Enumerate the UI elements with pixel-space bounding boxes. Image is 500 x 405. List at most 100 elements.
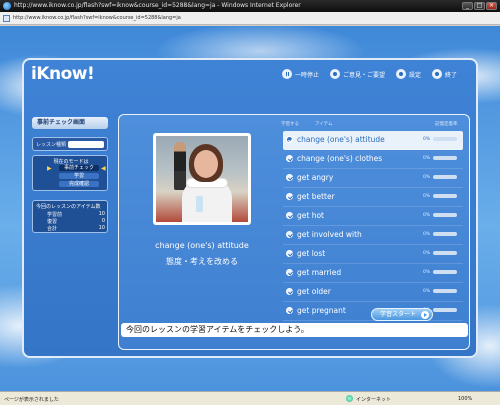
exit-label: 終了 (445, 71, 458, 79)
globe-icon (346, 395, 353, 402)
browser-icon (3, 2, 11, 10)
feedback-label: ご意見・ご要望 (343, 71, 386, 79)
mode-option-confirm[interactable]: 完成確認 (59, 181, 99, 187)
list-item[interactable]: get older 0% (283, 283, 463, 302)
list-item[interactable]: change (one's) clothes 0% (283, 150, 463, 169)
check-icon[interactable] (286, 174, 293, 181)
item-percent: 0% (423, 289, 431, 294)
item-list: change (one's) attitude 0% change (one's… (283, 131, 463, 321)
item-percent: 0% (423, 156, 431, 161)
list-item[interactable]: get angry 0% (283, 169, 463, 188)
list-item[interactable]: get better 0% (283, 188, 463, 207)
stat-row: 学習前 10 (47, 211, 105, 218)
feedback-icon (330, 69, 341, 79)
item-text: get pregnant (297, 306, 346, 315)
check-icon[interactable] (286, 212, 293, 219)
address-url[interactable]: http://www.iknow.co.jp/flash?swf=iknow&c… (13, 14, 493, 23)
mode-title: 現在のモードは (53, 159, 89, 165)
review-screen-tab[interactable]: 事前チェック画面 (32, 117, 108, 129)
close-window-button[interactable]: × (486, 2, 497, 10)
retention-bar (433, 251, 457, 255)
list-item[interactable]: get married 0% (283, 264, 463, 283)
retention-bar (433, 175, 457, 179)
item-text: get better (297, 192, 335, 201)
item-percent: 0% (423, 232, 431, 237)
check-icon[interactable] (286, 307, 293, 314)
gym-photo-image (156, 136, 248, 222)
retention-bar (433, 213, 457, 217)
start-study-label: 学習スタート (380, 311, 417, 318)
lesson-type-value (68, 141, 104, 148)
check-icon[interactable] (286, 155, 293, 162)
minimize-button[interactable]: _ (462, 2, 473, 10)
mode-prev-arrow-icon[interactable]: ▶ (47, 165, 52, 172)
check-icon[interactable] (286, 136, 293, 143)
item-percent: 0% (423, 175, 431, 180)
background-person (174, 142, 186, 190)
exit-button[interactable]: 終了 (432, 68, 457, 80)
item-text: change (one's) attitude (297, 135, 385, 144)
retention-bar (433, 232, 457, 236)
item-text: get lost (297, 249, 326, 258)
pause-icon (282, 69, 292, 79)
page-content: iKnow! 一時停止 ご意見・ご要望 設定 終了 事前チェック画面 レッスン種… (0, 26, 500, 391)
column-header-study: 学習する (281, 122, 299, 127)
pause-button[interactable]: 一時停止 (282, 68, 319, 80)
item-percent: 0% (423, 251, 431, 256)
maximize-button[interactable]: □ (474, 2, 485, 10)
window-title: http://www.iknow.co.jp/flash?swf=iknow&c… (14, 2, 301, 9)
instruction-message: 今回のレッスンの学習アイテムをチェックしよう。 (121, 323, 468, 337)
mode-option-precheck[interactable]: 事前チェック (59, 165, 99, 171)
exit-icon (432, 69, 443, 79)
lesson-type-label: レッスン種類 (36, 142, 67, 148)
retention-bar (433, 194, 457, 198)
list-item[interactable]: change (one's) attitude 0% (283, 131, 463, 150)
check-icon[interactable] (286, 231, 293, 238)
status-text: ページが表示されました (4, 397, 59, 403)
stat-value: 0 (101, 218, 105, 224)
mode-option-study[interactable]: 学習 (59, 173, 99, 179)
item-percent: 0% (423, 213, 431, 218)
list-item[interactable]: get involved with 0% (283, 226, 463, 245)
retention-bar (433, 270, 457, 274)
item-text: change (one's) clothes (297, 154, 383, 163)
security-zone: インターネット (356, 397, 392, 403)
item-percent: 0% (423, 270, 431, 275)
window-titlebar: http://www.iknow.co.jp/flash?swf=iknow&c… (0, 0, 500, 12)
item-text: get older (297, 287, 331, 296)
settings-label: 設定 (409, 71, 422, 79)
check-icon[interactable] (286, 250, 293, 257)
start-study-button[interactable]: 学習スタート (371, 308, 433, 321)
list-item[interactable]: get hot 0% (283, 207, 463, 226)
mode-next-arrow-icon[interactable]: ◀ (101, 165, 106, 172)
address-bar[interactable]: http://www.iknow.co.jp/flash?swf=iknow&c… (0, 12, 500, 25)
zoom-level[interactable]: 100% (458, 396, 472, 402)
current-item-english: change (one's) attitude (155, 241, 249, 250)
retention-bar (433, 308, 457, 312)
lesson-type-box: レッスン種類 (32, 137, 108, 151)
check-icon[interactable] (286, 269, 293, 276)
list-item[interactable]: get lost 0% (283, 245, 463, 264)
top-nav: 一時停止 ご意見・ご要望 設定 終了 (282, 68, 468, 80)
check-icon[interactable] (286, 193, 293, 200)
feedback-button[interactable]: ご意見・ご要望 (330, 68, 385, 80)
column-header-retention: 記憶定着率 (435, 122, 458, 127)
settings-button[interactable]: 設定 (396, 68, 421, 80)
status-bar: ページが表示されました インターネット 100% (0, 391, 500, 405)
pause-label: 一時停止 (295, 71, 320, 79)
check-icon[interactable] (286, 288, 293, 295)
item-stats-box: 今回のレッスンのアイテム数 学習前 10 復習 0 合計 10 (32, 200, 108, 233)
settings-icon (396, 69, 407, 79)
play-icon (421, 311, 429, 319)
retention-bar (433, 289, 457, 293)
water-bottle (196, 196, 203, 212)
iknow-logo: iKnow! (31, 64, 95, 84)
page-icon (3, 15, 10, 22)
column-header-item: アイテム (315, 122, 333, 127)
item-photo (153, 133, 251, 225)
current-item-japanese: 態度・考えを改める (166, 257, 238, 266)
item-percent: 0% (423, 194, 431, 199)
item-percent: 0% (423, 137, 431, 142)
stat-row: 合計 10 (47, 225, 105, 232)
mode-box: 現在のモードは ▶ 事前チェック 学習 完成確認 ◀ (32, 155, 108, 191)
